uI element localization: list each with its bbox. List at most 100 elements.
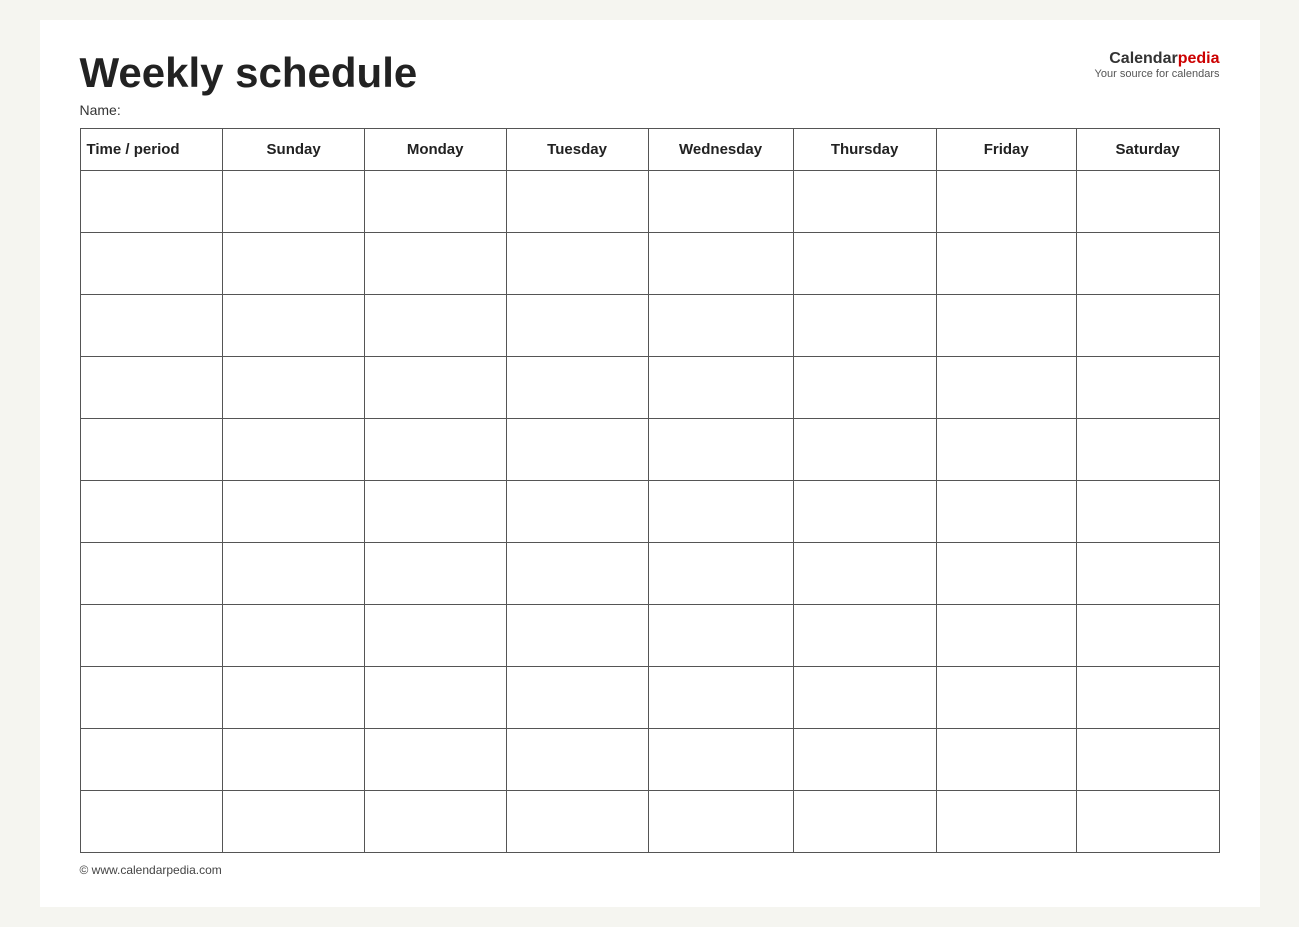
cell-sun-1[interactable] bbox=[223, 171, 364, 233]
cell-tue-8[interactable] bbox=[506, 605, 648, 667]
cell-mon-10[interactable] bbox=[364, 729, 506, 791]
cell-sun-11[interactable] bbox=[223, 791, 364, 853]
cell-thu-4[interactable] bbox=[793, 357, 936, 419]
cell-tue-11[interactable] bbox=[506, 791, 648, 853]
cell-time-8[interactable] bbox=[80, 605, 223, 667]
logo-text: Calendarpedia bbox=[1095, 50, 1220, 68]
col-header-thursday: Thursday bbox=[793, 129, 936, 171]
cell-wed-7[interactable] bbox=[648, 543, 793, 605]
cell-tue-10[interactable] bbox=[506, 729, 648, 791]
cell-wed-9[interactable] bbox=[648, 667, 793, 729]
cell-wed-3[interactable] bbox=[648, 295, 793, 357]
cell-mon-1[interactable] bbox=[364, 171, 506, 233]
cell-fri-2[interactable] bbox=[936, 233, 1076, 295]
cell-tue-1[interactable] bbox=[506, 171, 648, 233]
cell-wed-4[interactable] bbox=[648, 357, 793, 419]
cell-wed-10[interactable] bbox=[648, 729, 793, 791]
cell-time-10[interactable] bbox=[80, 729, 223, 791]
cell-sat-4[interactable] bbox=[1076, 357, 1219, 419]
cell-wed-2[interactable] bbox=[648, 233, 793, 295]
cell-sat-8[interactable] bbox=[1076, 605, 1219, 667]
cell-fri-11[interactable] bbox=[936, 791, 1076, 853]
cell-sun-2[interactable] bbox=[223, 233, 364, 295]
col-header-saturday: Saturday bbox=[1076, 129, 1219, 171]
cell-sat-1[interactable] bbox=[1076, 171, 1219, 233]
table-row bbox=[80, 543, 1219, 605]
cell-thu-5[interactable] bbox=[793, 419, 936, 481]
cell-thu-7[interactable] bbox=[793, 543, 936, 605]
table-row bbox=[80, 729, 1219, 791]
cell-sun-5[interactable] bbox=[223, 419, 364, 481]
cell-mon-11[interactable] bbox=[364, 791, 506, 853]
cell-sat-11[interactable] bbox=[1076, 791, 1219, 853]
cell-mon-9[interactable] bbox=[364, 667, 506, 729]
cell-sun-10[interactable] bbox=[223, 729, 364, 791]
cell-time-5[interactable] bbox=[80, 419, 223, 481]
cell-thu-8[interactable] bbox=[793, 605, 936, 667]
cell-sat-6[interactable] bbox=[1076, 481, 1219, 543]
cell-sat-7[interactable] bbox=[1076, 543, 1219, 605]
cell-thu-1[interactable] bbox=[793, 171, 936, 233]
cell-tue-9[interactable] bbox=[506, 667, 648, 729]
cell-thu-3[interactable] bbox=[793, 295, 936, 357]
cell-tue-3[interactable] bbox=[506, 295, 648, 357]
cell-mon-6[interactable] bbox=[364, 481, 506, 543]
cell-thu-10[interactable] bbox=[793, 729, 936, 791]
cell-time-1[interactable] bbox=[80, 171, 223, 233]
cell-time-7[interactable] bbox=[80, 543, 223, 605]
cell-wed-5[interactable] bbox=[648, 419, 793, 481]
cell-sat-10[interactable] bbox=[1076, 729, 1219, 791]
cell-time-9[interactable] bbox=[80, 667, 223, 729]
cell-wed-6[interactable] bbox=[648, 481, 793, 543]
cell-tue-2[interactable] bbox=[506, 233, 648, 295]
cell-fri-1[interactable] bbox=[936, 171, 1076, 233]
cell-wed-8[interactable] bbox=[648, 605, 793, 667]
cell-mon-7[interactable] bbox=[364, 543, 506, 605]
cell-tue-6[interactable] bbox=[506, 481, 648, 543]
cell-wed-11[interactable] bbox=[648, 791, 793, 853]
table-row bbox=[80, 605, 1219, 667]
cell-time-11[interactable] bbox=[80, 791, 223, 853]
cell-wed-1[interactable] bbox=[648, 171, 793, 233]
cell-mon-2[interactable] bbox=[364, 233, 506, 295]
cell-tue-4[interactable] bbox=[506, 357, 648, 419]
cell-thu-6[interactable] bbox=[793, 481, 936, 543]
cell-sun-4[interactable] bbox=[223, 357, 364, 419]
cell-time-4[interactable] bbox=[80, 357, 223, 419]
cell-mon-5[interactable] bbox=[364, 419, 506, 481]
cell-sun-7[interactable] bbox=[223, 543, 364, 605]
cell-thu-2[interactable] bbox=[793, 233, 936, 295]
cell-fri-6[interactable] bbox=[936, 481, 1076, 543]
cell-sat-5[interactable] bbox=[1076, 419, 1219, 481]
table-row bbox=[80, 357, 1219, 419]
cell-time-3[interactable] bbox=[80, 295, 223, 357]
cell-thu-9[interactable] bbox=[793, 667, 936, 729]
cell-tue-5[interactable] bbox=[506, 419, 648, 481]
cell-sun-9[interactable] bbox=[223, 667, 364, 729]
cell-sat-3[interactable] bbox=[1076, 295, 1219, 357]
cell-sat-2[interactable] bbox=[1076, 233, 1219, 295]
cell-fri-7[interactable] bbox=[936, 543, 1076, 605]
cell-thu-11[interactable] bbox=[793, 791, 936, 853]
cell-fri-10[interactable] bbox=[936, 729, 1076, 791]
cell-fri-4[interactable] bbox=[936, 357, 1076, 419]
cell-time-6[interactable] bbox=[80, 481, 223, 543]
cell-fri-8[interactable] bbox=[936, 605, 1076, 667]
cell-fri-3[interactable] bbox=[936, 295, 1076, 357]
col-header-friday: Friday bbox=[936, 129, 1076, 171]
cell-tue-7[interactable] bbox=[506, 543, 648, 605]
cell-sun-8[interactable] bbox=[223, 605, 364, 667]
cell-sun-6[interactable] bbox=[223, 481, 364, 543]
table-row bbox=[80, 481, 1219, 543]
cell-fri-5[interactable] bbox=[936, 419, 1076, 481]
cell-mon-4[interactable] bbox=[364, 357, 506, 419]
cell-mon-3[interactable] bbox=[364, 295, 506, 357]
cell-sun-3[interactable] bbox=[223, 295, 364, 357]
cell-time-2[interactable] bbox=[80, 233, 223, 295]
name-label: Name: bbox=[80, 102, 418, 118]
cell-fri-9[interactable] bbox=[936, 667, 1076, 729]
cell-sat-9[interactable] bbox=[1076, 667, 1219, 729]
col-header-tuesday: Tuesday bbox=[506, 129, 648, 171]
page-title: Weekly schedule bbox=[80, 50, 418, 96]
cell-mon-8[interactable] bbox=[364, 605, 506, 667]
